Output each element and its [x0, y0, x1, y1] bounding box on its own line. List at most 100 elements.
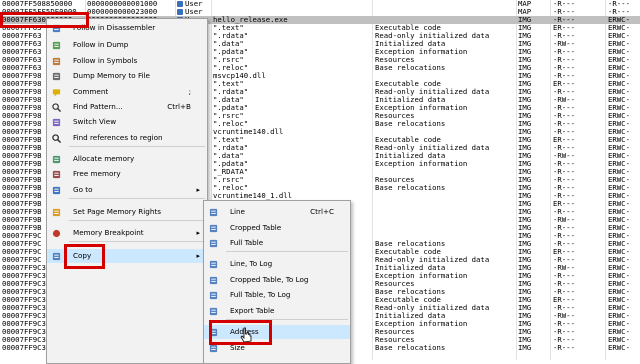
initial-protection-cell: ERWC-: [608, 136, 640, 144]
content-cell: Base relocations: [375, 344, 515, 352]
initial-protection-cell-text: ERWC-: [608, 32, 630, 40]
symbols-icon: [52, 57, 61, 66]
protection-cell-text: -R---: [553, 256, 575, 264]
menu-item-find-pattern[interactable]: Find Pattern... Ctrl+B: [47, 100, 207, 114]
protection-cell: -R---: [553, 280, 593, 288]
protection-cell: -R---: [553, 344, 593, 352]
size-icon: [209, 344, 218, 353]
address-cell-text: 00007FF9B: [2, 184, 42, 192]
content-cell-text: Initialized data: [375, 96, 446, 104]
address-cell-text: 00007FF9B: [2, 160, 42, 168]
address-cell-text: 00007FF9B: [2, 224, 42, 232]
info-cell-text: ".pdata": [213, 48, 249, 56]
initial-protection-cell: ERWC-: [608, 48, 640, 56]
type-cell-text: IMG: [518, 224, 532, 232]
protection-cell: -R---: [553, 328, 593, 336]
copy-item-cropped-table-to-log[interactable]: Cropped Table, To Log: [204, 273, 350, 287]
protection-cell: -RW--: [553, 312, 593, 320]
protection-cell-text: -R---: [553, 88, 575, 96]
protection-cell: -R---: [553, 272, 593, 280]
initial-protection-cell-text: ERWC-: [608, 24, 630, 32]
copy-item-size[interactable]: Size: [204, 341, 350, 355]
content-cell: Exception information: [375, 160, 515, 168]
info-cell: vcruntime140_1.dll: [213, 192, 371, 200]
content-cell: Read-only initialized data: [375, 256, 515, 264]
protection-cell-text: -R---: [553, 8, 575, 16]
menu-item-free-memory[interactable]: Free memory: [47, 167, 207, 181]
dump-icon: [52, 41, 61, 50]
content-cell-text: Executable code: [375, 80, 441, 88]
menu-item-comment[interactable]: Comment;: [47, 85, 207, 99]
type-cell: IMG: [518, 128, 548, 136]
protection-cell-text: ER---: [553, 136, 575, 144]
type-cell: IMG: [518, 192, 548, 200]
protection-cell-text: ER---: [553, 248, 575, 256]
copy-item-address[interactable]: Address: [204, 325, 350, 339]
menu-item-allocate-memory[interactable]: Allocate memory: [47, 152, 207, 166]
menu-item-go-to[interactable]: Go to ▸: [47, 183, 207, 197]
menu-item-find-references-to-region[interactable]: Find references to region: [47, 131, 207, 145]
copy-item-full-table[interactable]: Full Table: [204, 236, 350, 250]
copy-item-cropped-table[interactable]: Cropped Table: [204, 221, 350, 235]
type-cell-text: IMG: [518, 208, 532, 216]
initial-protection-cell: ERWC-: [608, 56, 640, 64]
copy-item-line[interactable]: Line Ctrl+C: [204, 205, 350, 219]
content-cell: Resources: [375, 280, 515, 288]
save-icon: [52, 72, 61, 81]
address-cell-text: 00007FF98: [2, 72, 42, 80]
address-cell-text: 00007FF9B: [2, 200, 42, 208]
initial-protection-cell-text: ERWC-: [608, 272, 630, 280]
menu-item-follow-in-dump[interactable]: Follow in Dump: [47, 38, 207, 52]
party-icon: [177, 9, 183, 15]
protection-cell: -R---: [553, 120, 593, 128]
initial-protection-cell-text: ERWC-: [608, 320, 630, 328]
party-icon: [177, 1, 183, 7]
protection-cell-text: ER---: [553, 200, 575, 208]
protection-cell-text: -R---: [553, 48, 575, 56]
type-cell-text: IMG: [518, 112, 532, 120]
info-cell: ".pdata": [213, 104, 371, 112]
protection-cell-text: -R---: [553, 112, 575, 120]
content-cell: Executable code: [375, 248, 515, 256]
info-cell: ".rsrc": [213, 56, 371, 64]
menu-item-label: Free memory: [73, 169, 121, 178]
menu-item-copy[interactable]: Copy ▸: [47, 249, 207, 263]
copy-item-export-table[interactable]: Export Table: [204, 304, 350, 318]
table-row[interactable]: 00007FF508850000 0000000000001000 User MAP -…: [0, 0, 640, 8]
protection-cell-text: -R---: [553, 32, 575, 40]
address-cell-text: 00007FF9B: [2, 144, 42, 152]
initial-protection-cell-text: ERWC-: [608, 56, 630, 64]
type-cell: IMG: [518, 208, 548, 216]
menu-item-dump-memory-to-file[interactable]: Dump Memory to File: [47, 69, 207, 83]
info-cell-text: ".rsrc": [213, 112, 244, 120]
free-icon: [52, 170, 61, 179]
type-cell: IMG: [518, 304, 548, 312]
type-cell: IMG: [518, 320, 548, 328]
table-row[interactable]: 00007FF5FF5DE0000 0000000000023000 User MAP…: [0, 8, 640, 16]
initial-protection-cell-text: ERWC-: [608, 144, 630, 152]
menu-item-memory-breakpoint[interactable]: Memory Breakpoint ▸: [47, 226, 207, 240]
copy-item-full-table-to-log[interactable]: Full Table, To Log: [204, 288, 350, 302]
protection-cell-text: -R---: [553, 208, 575, 216]
info-cell-text: "_RDATA": [213, 168, 249, 176]
content-cell: Resources: [375, 328, 515, 336]
menu-item-switch-view[interactable]: Switch View: [47, 115, 207, 129]
type-cell: IMG: [518, 120, 548, 128]
initial-protection-cell-text: ERWC-: [608, 336, 630, 344]
protection-cell: -R---: [553, 32, 593, 40]
party-cell: User: [177, 0, 211, 8]
protection-cell-text: -R---: [553, 0, 575, 8]
menu-item-follow-in-disassembler[interactable]: Follow in Disassembler: [47, 21, 207, 35]
type-cell: IMG: [518, 328, 548, 336]
initial-protection-cell-text: ERWC-: [608, 304, 630, 312]
copy-item-line-to-log[interactable]: Line, To Log: [204, 257, 350, 271]
address-cell-text: 00007FF98: [2, 80, 42, 88]
type-cell: IMG: [518, 336, 548, 344]
type-cell-text: IMG: [518, 320, 532, 328]
content-cell: Initialized data: [375, 312, 515, 320]
menu-item-follow-in-symbols[interactable]: Follow in Symbols: [47, 54, 207, 68]
content-cell: Initialized data: [375, 152, 515, 160]
initial-protection-cell: ERWC-: [608, 40, 640, 48]
full-table-icon: [209, 239, 218, 248]
menu-item-set-page-memory-rights[interactable]: Set Page Memory Rights: [47, 205, 207, 219]
